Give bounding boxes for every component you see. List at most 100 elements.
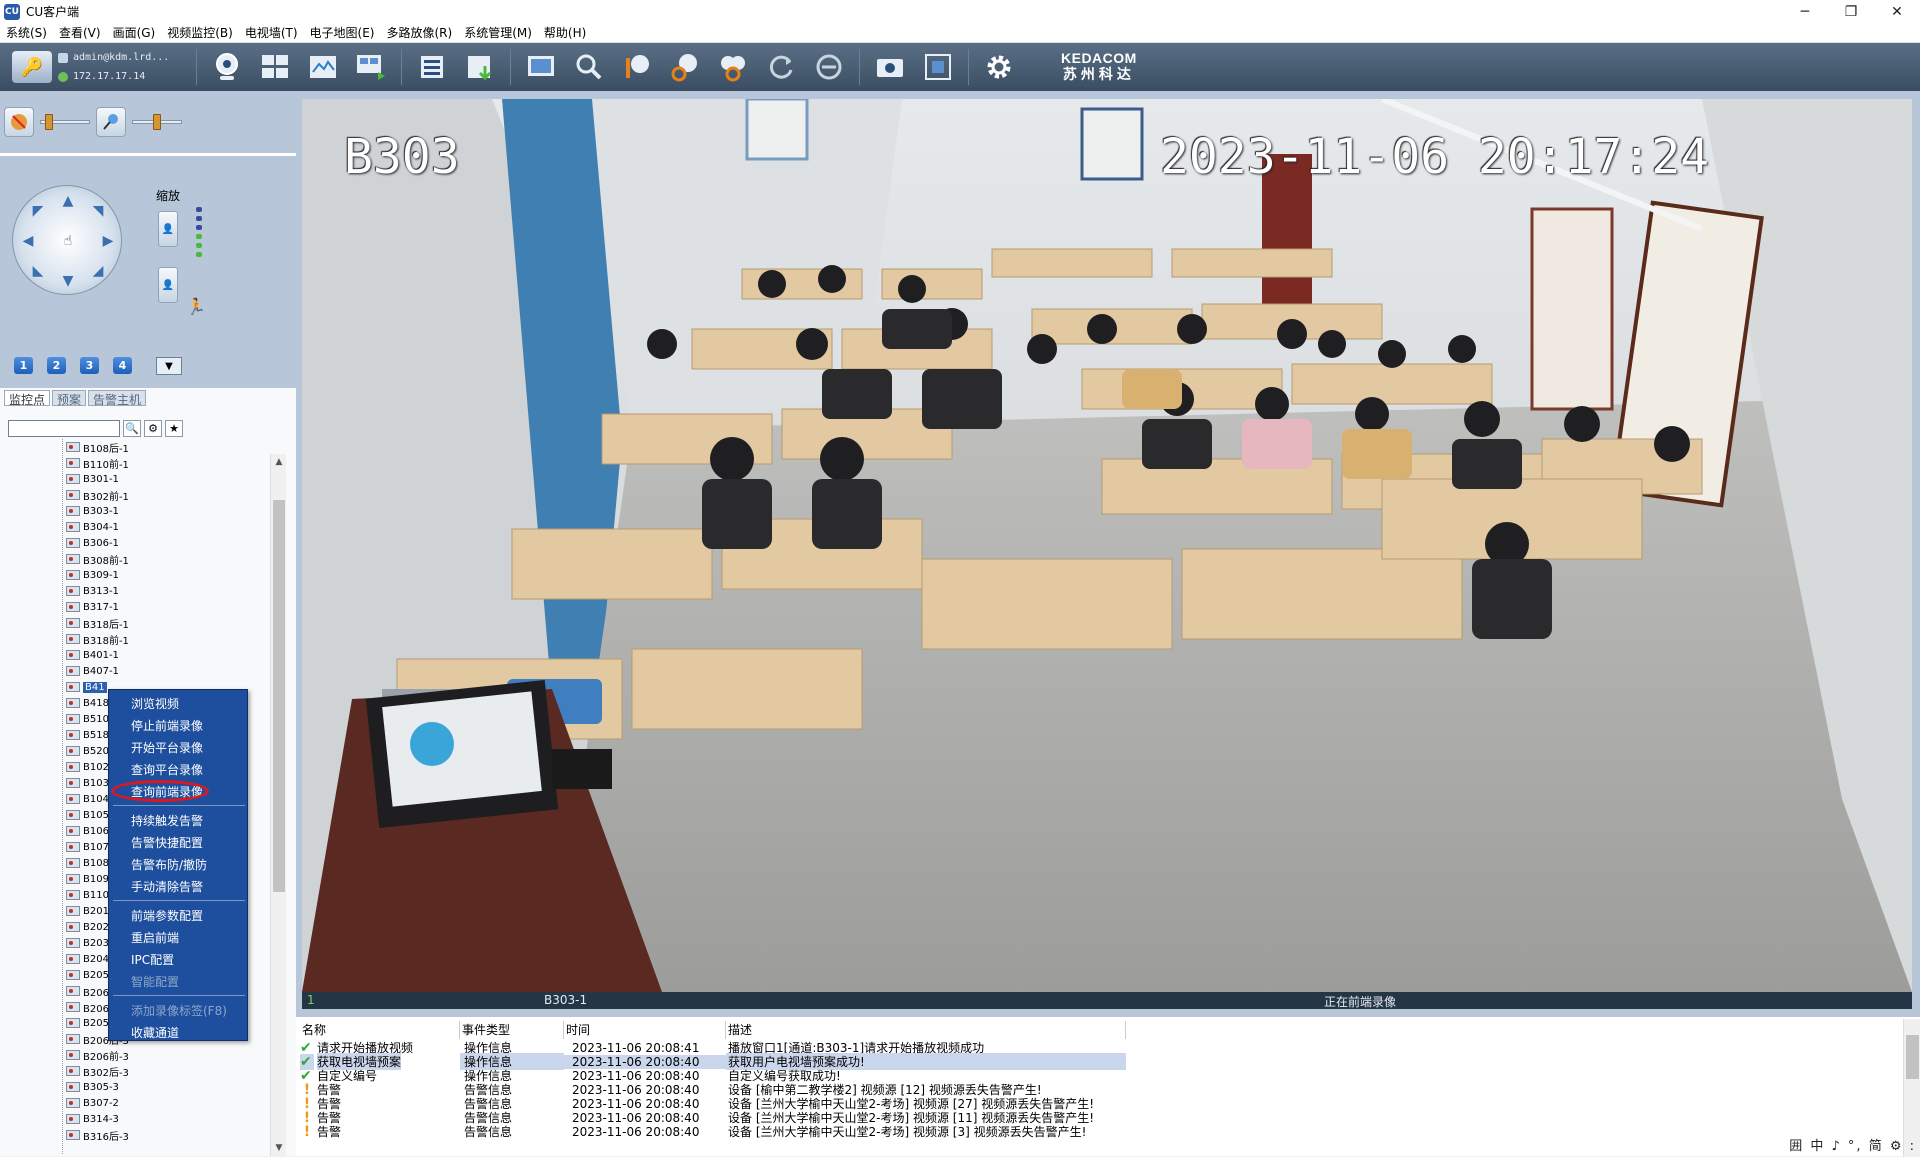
tree-item[interactable]: B105 — [66, 807, 109, 823]
tree-item[interactable]: B206前-3 — [66, 1047, 129, 1063]
tree-item[interactable]: B108 — [66, 855, 109, 871]
screen-config-button[interactable] — [521, 47, 561, 87]
tab-plans[interactable]: 预案 — [52, 390, 87, 407]
tree-item[interactable]: B103 — [66, 775, 109, 791]
scroll-up-icon[interactable]: ▲ — [271, 454, 287, 470]
login-key-icon[interactable]: 🔑 — [12, 51, 52, 83]
ptz-up-button[interactable]: ▲ — [55, 188, 81, 214]
ptz-upright-button[interactable]: ◥ — [85, 198, 111, 224]
tab-alarm-host[interactable]: 告警主机 — [88, 390, 147, 407]
snapshot-button[interactable] — [870, 47, 910, 87]
menu-video-monitor[interactable]: 视频监控(B) — [161, 24, 239, 41]
tree-item[interactable]: B107 — [66, 839, 109, 855]
emap-button[interactable] — [303, 47, 343, 87]
multi-camera-button[interactable] — [713, 47, 753, 87]
tree-item[interactable]: B106 — [66, 823, 109, 839]
tree-item[interactable]: B41 — [66, 679, 107, 695]
context-menu-item[interactable]: 停止前端录像 — [109, 714, 247, 736]
sync-button[interactable] — [809, 47, 849, 87]
tree-scroll-thumb[interactable] — [273, 500, 285, 892]
ptz-upleft-button[interactable]: ◤ — [25, 198, 51, 224]
tree-item[interactable]: B201 — [66, 903, 109, 919]
tree-item[interactable]: B302后-3 — [66, 1063, 129, 1079]
search-icon[interactable]: 🔍 — [123, 420, 141, 437]
menu-view[interactable]: 查看(V) — [53, 24, 107, 41]
tree-item[interactable]: B110前-1 — [66, 455, 129, 471]
menu-tv-wall[interactable]: 电视墙(T) — [239, 24, 304, 41]
context-menu-item[interactable]: 手动清除告警 — [109, 875, 247, 897]
tree-item[interactable]: B205 — [66, 967, 109, 983]
fullscreen-button[interactable] — [918, 47, 958, 87]
log-col-name[interactable]: 名称 — [300, 1021, 460, 1039]
favorite-star-icon[interactable]: ★ — [165, 420, 183, 437]
preset-4-button[interactable]: 4 — [113, 357, 132, 374]
context-menu-item[interactable]: 重启前端 — [109, 926, 247, 948]
iris-slider[interactable] — [40, 114, 90, 130]
tree-item[interactable]: B520 — [66, 743, 109, 759]
log-scroll-thumb[interactable] — [1906, 1035, 1919, 1079]
tree-item[interactable]: B108后-1 — [66, 439, 129, 455]
tree-item[interactable]: B314-3 — [66, 1111, 119, 1127]
menu-system[interactable]: 系统(S) — [0, 24, 53, 41]
link-camera-button[interactable] — [665, 47, 705, 87]
tree-item[interactable]: B510 — [66, 711, 109, 727]
context-menu-item[interactable]: 持续触发告警 — [109, 809, 247, 831]
tree-item[interactable]: B407-1 — [66, 663, 119, 679]
search-button[interactable] — [569, 47, 609, 87]
context-menu-item[interactable]: 开始平台录像 — [109, 736, 247, 758]
menu-help[interactable]: 帮助(H) — [538, 24, 592, 41]
context-menu-item[interactable]: 前端参数配置 — [109, 904, 247, 926]
maximize-button[interactable]: ❐ — [1828, 0, 1874, 23]
menu-multi-playback[interactable]: 多路放像(R) — [381, 24, 459, 41]
tree-item[interactable]: B110 — [66, 887, 109, 903]
tree-item[interactable]: B302前-1 — [66, 487, 129, 503]
tree-item[interactable]: B313-1 — [66, 583, 119, 599]
camera-browse-button[interactable] — [207, 47, 247, 87]
tree-item[interactable]: B305-3 — [66, 1079, 119, 1095]
tab-monitor-points[interactable]: 监控点 — [4, 390, 51, 407]
context-menu-item[interactable]: 告警快捷配置 — [109, 831, 247, 853]
ptz-down-button[interactable]: ▼ — [55, 268, 81, 294]
log-col-type[interactable]: 事件类型 — [460, 1021, 564, 1039]
tree-item[interactable]: B102 — [66, 759, 109, 775]
tv-wall-button[interactable] — [351, 47, 391, 87]
tree-search-input[interactable] — [8, 420, 120, 437]
log-row[interactable]: ! 告警 告警信息 2023-11-06 20:08:40 设备 [兰州大学榆中天山堂2… — [300, 1123, 1126, 1140]
scroll-down-icon[interactable]: ▼ — [271, 1140, 287, 1156]
context-menu-item[interactable]: 查询平台录像 — [109, 758, 247, 780]
log-col-desc[interactable]: 描述 — [726, 1021, 1126, 1039]
camera-control-button[interactable] — [617, 47, 657, 87]
context-menu-item[interactable]: 浏览视频 — [109, 692, 247, 714]
context-menu-item[interactable]: IPC配置 — [109, 948, 247, 970]
record-list-button[interactable] — [412, 47, 452, 87]
zoom-out-button[interactable]: 👤 — [158, 267, 178, 303]
iris-slider-knob[interactable] — [45, 114, 53, 130]
preset-more-button[interactable]: ▼ — [156, 357, 182, 375]
ptz-downleft-button[interactable]: ◣ — [25, 258, 51, 284]
refresh-button[interactable] — [761, 47, 801, 87]
tree-scrollbar[interactable]: ▲ ▼ — [270, 454, 286, 1156]
tree-item[interactable]: B204 — [66, 951, 109, 967]
tree-item[interactable]: B202 — [66, 919, 109, 935]
zoom-in-button[interactable]: 👤 — [158, 211, 178, 247]
menu-emap[interactable]: 电子地图(E) — [304, 24, 381, 41]
focus-button[interactable] — [96, 107, 126, 137]
tree-item[interactable]: B318前-1 — [66, 631, 129, 647]
tree-item[interactable]: B203 — [66, 935, 109, 951]
tree-item[interactable]: B306-1 — [66, 535, 119, 551]
speed-icon[interactable]: 🏃 — [186, 297, 206, 316]
focus-slider-knob[interactable] — [153, 114, 161, 130]
tree-item[interactable]: B109 — [66, 871, 109, 887]
tree-item[interactable]: B316后-3 — [66, 1127, 129, 1143]
log-col-time[interactable]: 时间 — [564, 1021, 726, 1039]
settings-button[interactable] — [979, 47, 1019, 87]
tree-item[interactable]: B104 — [66, 791, 109, 807]
tree-item[interactable]: B318后-1 — [66, 615, 129, 631]
preset-3-button[interactable]: 3 — [80, 357, 99, 374]
layout-button[interactable] — [255, 47, 295, 87]
iris-button[interactable] — [4, 107, 34, 137]
tree-item[interactable]: B301-1 — [66, 471, 119, 487]
tree-item[interactable]: B401-1 — [66, 647, 119, 663]
preset-1-button[interactable]: 1 — [14, 357, 33, 374]
focus-slider[interactable] — [132, 114, 182, 130]
